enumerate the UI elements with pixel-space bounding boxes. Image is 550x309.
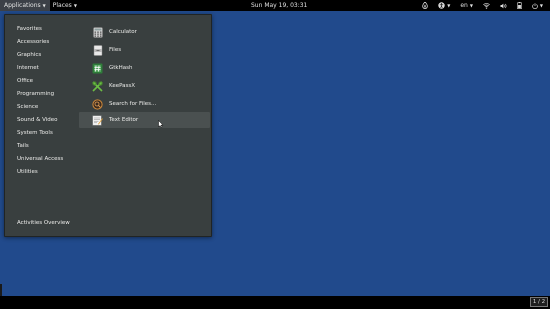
text-editor-icon [92, 115, 103, 126]
chevron-down-icon: ▼ [539, 3, 543, 8]
category-utilities[interactable]: Utilities [17, 168, 38, 176]
onion-icon[interactable] [417, 0, 433, 11]
files-icon [92, 44, 103, 56]
language-selector[interactable]: en ▼ [455, 0, 478, 11]
app-label: Text Editor [109, 117, 139, 123]
category-science[interactable]: Science [17, 103, 38, 111]
top-bar: Applications ▼ Places ▼ Sun May 19, 03:3… [0, 0, 550, 11]
bottom-bar: 1 / 2 [0, 296, 550, 309]
keepassx-icon [92, 80, 103, 92]
applications-menu-button[interactable]: Applications ▼ [0, 0, 50, 11]
gtkhash-icon [92, 63, 103, 74]
search-files-icon [92, 98, 103, 110]
category-sound-video[interactable]: Sound & Video [17, 116, 58, 124]
system-tray: ▼ en ▼ ▼ [417, 0, 548, 11]
category-favorites[interactable]: Favorites [17, 25, 42, 33]
category-office[interactable]: Office [17, 77, 33, 85]
category-universal-access[interactable]: Universal Access [17, 155, 63, 163]
clock[interactable]: Sun May 19, 03:31 [248, 0, 310, 11]
battery-icon[interactable] [512, 0, 527, 11]
places-label: Places [52, 2, 72, 9]
accessibility-icon[interactable]: ▼ [433, 0, 455, 11]
app-search-for-files[interactable]: Search for Files... [79, 96, 210, 112]
app-label: Files [109, 47, 122, 53]
app-text-editor[interactable]: Text Editor [79, 112, 210, 128]
app-label: KeePassX [109, 83, 136, 89]
power-icon[interactable]: ▼ [527, 0, 548, 11]
activities-overview[interactable]: Activities Overview [17, 220, 70, 226]
app-files[interactable]: Files [79, 42, 210, 58]
category-tails[interactable]: Tails [17, 142, 29, 150]
mouse-cursor-icon [158, 119, 164, 130]
chevron-down-icon: ▼ [447, 3, 451, 8]
wifi-icon[interactable] [478, 0, 495, 11]
chevron-down-icon: ▼ [42, 3, 46, 8]
app-calculator[interactable]: Calculator [79, 24, 210, 40]
places-menu-button[interactable]: Places ▼ [50, 0, 80, 11]
category-system-tools[interactable]: System Tools [17, 129, 53, 137]
chevron-down-icon: ▼ [73, 3, 77, 8]
category-accessories[interactable]: Accessories [17, 38, 49, 46]
category-graphics[interactable]: Graphics [17, 51, 41, 59]
app-label: Search for Files... [109, 101, 157, 107]
chevron-down-icon: ▼ [469, 3, 473, 8]
applications-menu: Favorites Accessories Graphics Internet … [4, 14, 212, 237]
app-label: Calculator [109, 29, 137, 35]
app-keepassx[interactable]: KeePassX [79, 78, 210, 94]
workspace-label: 1 / 2 [532, 299, 546, 305]
applications-label: Applications [4, 2, 41, 9]
workspace-indicator[interactable]: 1 / 2 [530, 297, 548, 307]
app-gtkhash[interactable]: GtkHash [79, 60, 210, 76]
category-programming[interactable]: Programming [17, 90, 54, 98]
clock-label: Sun May 19, 03:31 [251, 2, 308, 9]
language-label: en [460, 2, 468, 9]
volume-icon[interactable] [495, 0, 512, 11]
app-label: GtkHash [109, 65, 133, 71]
category-internet[interactable]: Internet [17, 64, 39, 72]
calculator-icon [92, 26, 103, 38]
